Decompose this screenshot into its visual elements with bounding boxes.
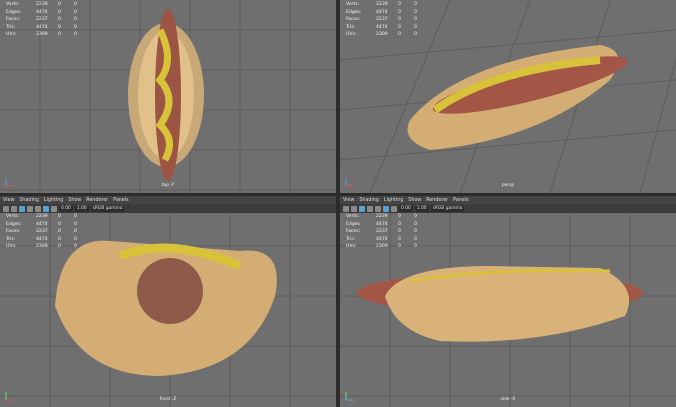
hotdog-side-model	[357, 266, 643, 342]
viewport-caption: front -Z	[159, 397, 177, 402]
poly-stats: Verts: 2239 0 0 Edges: 4474 0 0 Faces: 2237 0 0 T…	[6, 2, 77, 38]
poly-stats: Verts: 2239 0 0 Edges: 4474 0 0 Faces: 2237 0 0 T…	[346, 2, 417, 38]
hotdog-front-model	[55, 240, 277, 376]
poly-stats: Verts: 2239 0 0 Edges: 4474 0 0 Faces: 2237 0 0 T…	[6, 214, 77, 250]
poly-stats: Verts: 2239 0 0 Edges: 4474 0 0 Faces: 2237 0 0 T…	[346, 214, 417, 250]
viewport-side[interactable]: View Shading Lighting Show Renderer Pane…	[340, 196, 676, 407]
viewport-persp[interactable]: Verts: 2239 0 0 Edges: 4474 0 0 Faces: 2237 0 0 T…	[340, 0, 676, 193]
viewport-front[interactable]: View Shading Lighting Show Renderer Pane…	[0, 196, 336, 407]
hotdog-top-model	[128, 9, 204, 181]
viewport-top[interactable]: Verts: 2239 0 0 Edges: 4474 0 0 Faces: 2237 0 0 T…	[0, 0, 336, 193]
hotdog-persp-model	[407, 45, 628, 150]
viewport-caption: side -X	[500, 397, 516, 402]
viewport-caption: persp	[501, 183, 515, 188]
viewport-caption: top -Y	[161, 183, 175, 188]
